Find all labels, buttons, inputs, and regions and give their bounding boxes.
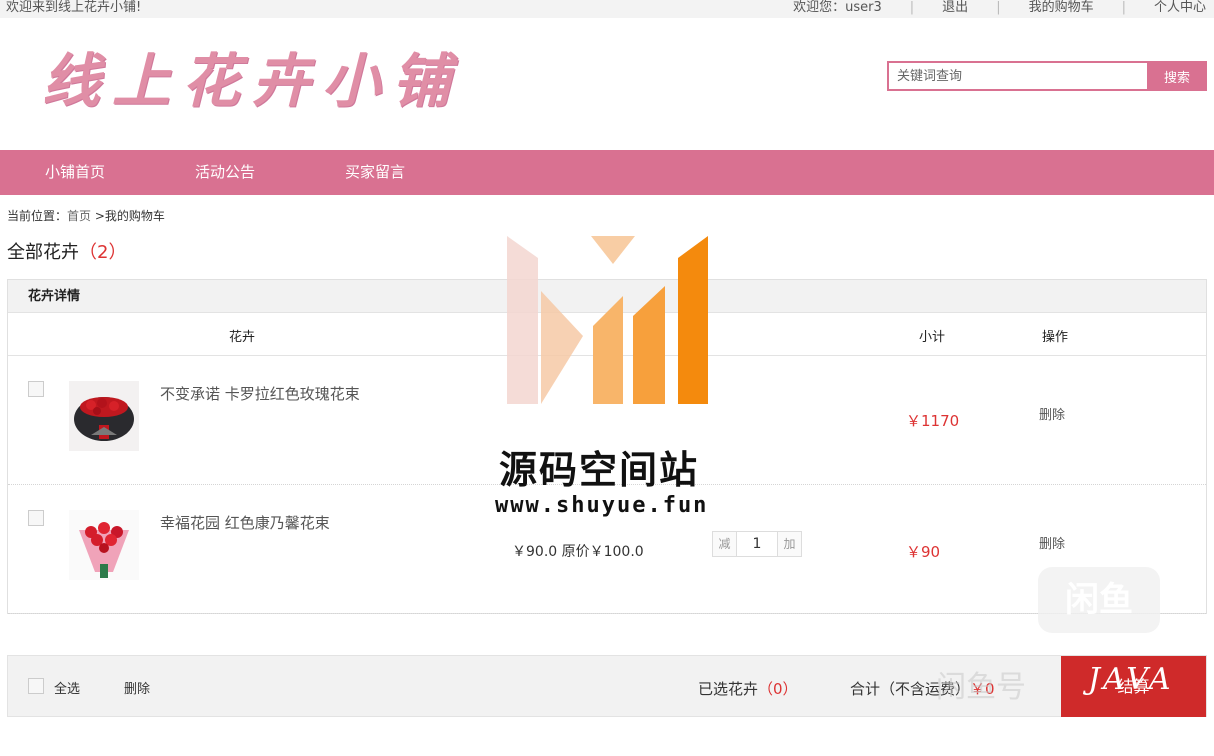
cart-row: 幸福花园 红色康乃馨花束 ￥90.0 原价￥100.0 减 1 加 ￥90 删除 — [8, 485, 1206, 614]
nav-item-announcements[interactable]: 活动公告 — [150, 150, 300, 195]
cart-head: 花卉详情 — [8, 280, 1206, 313]
item-subtotal: ￥90 — [906, 543, 941, 561]
search-button[interactable]: 搜索 — [1147, 61, 1207, 91]
personal-center-link[interactable]: 个人中心 — [1154, 0, 1206, 16]
xianyu-text: 闲鱼号 — [936, 670, 1026, 705]
cart-summary-bar: 全选 删除 已选花卉（0） 合计（不含运费）￥0 结算 — [7, 655, 1207, 717]
breadcrumb-current: >我的购物车 — [94, 209, 165, 223]
divider: | — [996, 0, 1001, 15]
my-cart-link[interactable]: 我的购物车 — [1029, 0, 1094, 16]
selected-label: 已选花卉 — [698, 680, 759, 698]
xianyu-badge: 闲鱼 — [1038, 567, 1160, 633]
select-all-label[interactable]: 全选 — [54, 678, 80, 697]
nav-item-home[interactable]: 小铺首页 — [0, 150, 150, 195]
top-links: 欢迎您：user3 | 退出 | 我的购物车 | 个人中心 — [793, 0, 1206, 16]
welcome-text: 欢迎来到线上花卉小铺! — [6, 0, 142, 15]
selected-count-value: （0） — [758, 680, 798, 698]
item-checkbox[interactable] — [28, 381, 44, 397]
cart-table: 花卉详情 花卉 小计 操作 不变承诺 卡罗拉红色玫瑰花束 ￥1170 删除 幸福… — [7, 279, 1207, 614]
user-greeting: 欢迎您：user3 — [793, 0, 882, 15]
section-title-text: 全部花卉 — [7, 242, 79, 263]
col-subtotal: 小计 — [919, 330, 946, 345]
qty-plus-button[interactable]: 加 — [777, 531, 802, 557]
search-bar: 搜索 — [887, 61, 1207, 91]
search-input[interactable] — [887, 61, 1147, 91]
qty-value[interactable]: 1 — [737, 531, 777, 557]
divider: | — [909, 0, 915, 15]
flower-image[interactable] — [69, 381, 139, 451]
flower-name[interactable]: 不变承诺 卡罗拉红色玫瑰花束 — [160, 383, 360, 404]
java-watermark: JAVA — [1088, 662, 1174, 697]
site-logo[interactable]: 线上花卉小铺 — [42, 34, 462, 118]
divider: | — [1121, 0, 1126, 15]
breadcrumb-prefix: 当前位置： — [7, 209, 68, 223]
nav-item-messages[interactable]: 买家留言 — [300, 150, 450, 195]
delete-link[interactable]: 删除 — [1039, 533, 1065, 552]
selected-count: 已选花卉（0） — [698, 678, 798, 699]
breadcrumb-home[interactable]: 首页 — [67, 209, 91, 223]
breadcrumb: 当前位置：首页 >我的购物车 — [7, 207, 165, 224]
logout-link[interactable]: 退出 — [942, 0, 968, 16]
flower-image[interactable] — [69, 510, 139, 580]
cart-row: 不变承诺 卡罗拉红色玫瑰花束 ￥1170 删除 — [8, 356, 1206, 485]
page-title: 全部花卉（2） — [7, 238, 126, 264]
top-bar: 欢迎来到线上花卉小铺! 欢迎您：user3 | 退出 | 我的购物车 | 个人中… — [0, 0, 1214, 18]
item-subtotal: ￥1170 — [906, 412, 960, 430]
flower-name[interactable]: 幸福花园 红色康乃馨花束 — [160, 512, 330, 533]
qty-minus-button[interactable]: 减 — [712, 531, 737, 557]
item-checkbox[interactable] — [28, 510, 44, 526]
section-count: （2） — [79, 242, 127, 263]
select-all-checkbox[interactable] — [28, 678, 44, 694]
main-nav: 小铺首页 活动公告 买家留言 — [0, 150, 1214, 195]
quantity-stepper: 减 1 加 — [712, 531, 802, 557]
delete-link[interactable]: 删除 — [1039, 404, 1065, 423]
col-operation: 操作 — [1042, 330, 1069, 345]
col-flower: 花卉 — [229, 330, 256, 345]
item-price: ￥90.0 原价￥100.0 — [512, 544, 644, 560]
batch-delete-link[interactable]: 删除 — [124, 678, 150, 697]
cart-columns: 花卉 小计 操作 — [8, 313, 1206, 356]
